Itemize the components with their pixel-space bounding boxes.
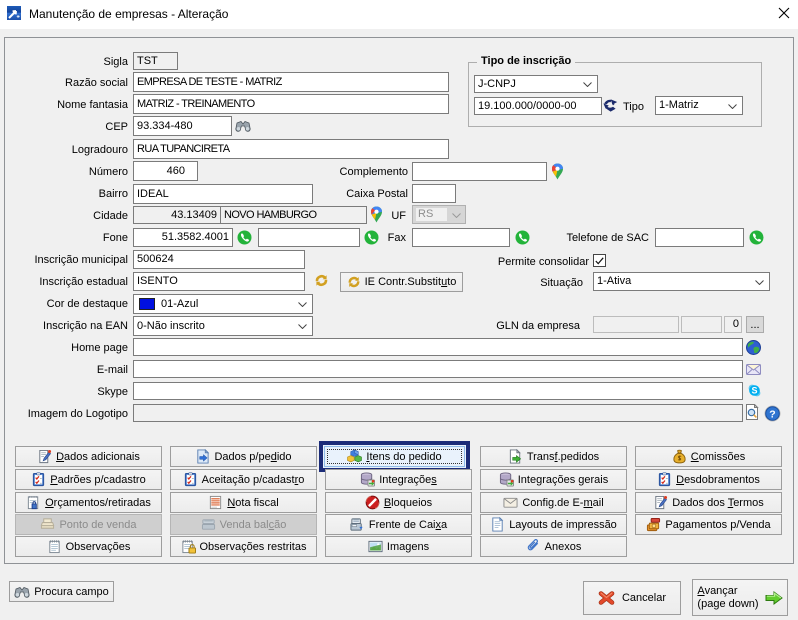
svg-text:S: S — [751, 386, 757, 396]
svg-text:?: ? — [769, 408, 775, 420]
